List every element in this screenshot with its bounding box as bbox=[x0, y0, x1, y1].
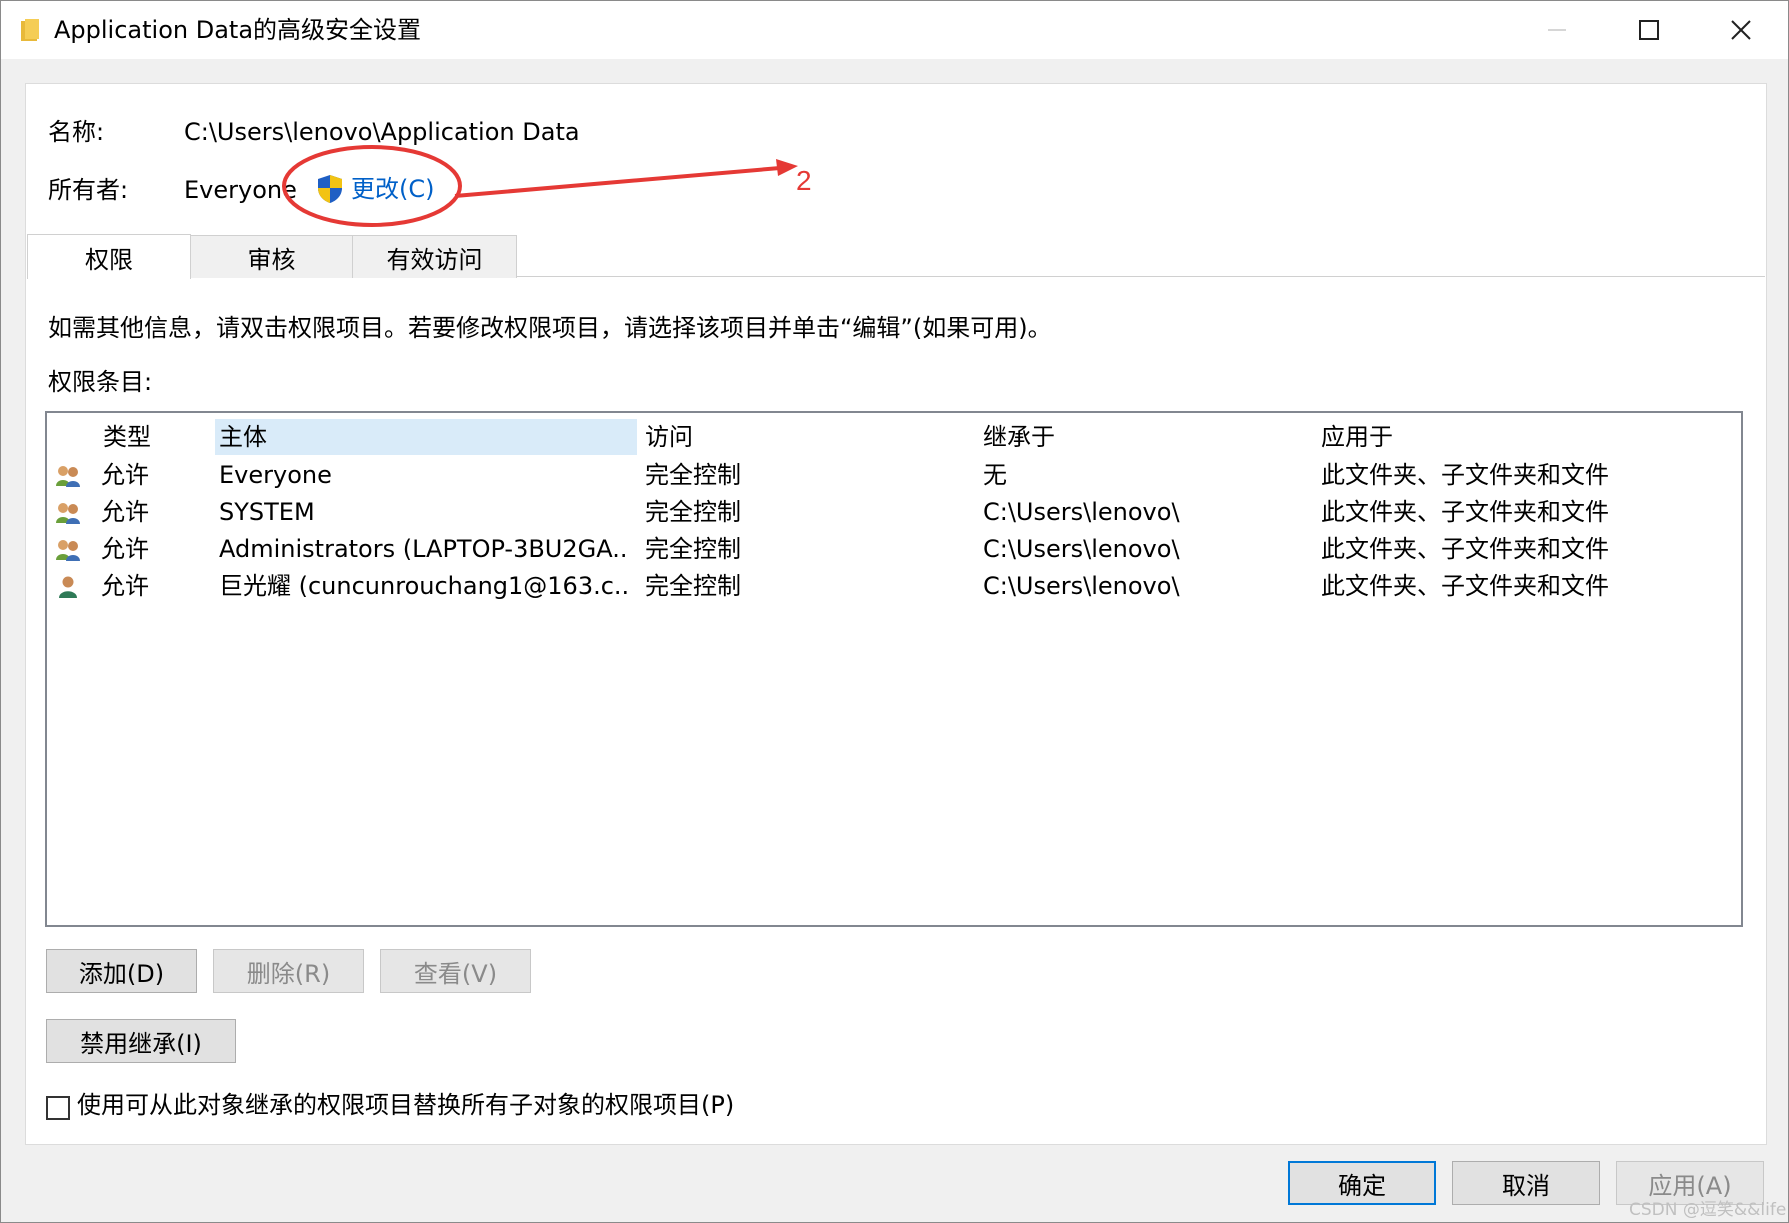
close-button[interactable] bbox=[1695, 1, 1787, 59]
group-users-icon bbox=[56, 540, 80, 561]
disable-inheritance-button[interactable]: 禁用继承(I) bbox=[46, 1019, 236, 1063]
table-row[interactable]: 允许 SYSTEM 完全控制 C:\Users\lenovo\ 此文件夹、子文件… bbox=[47, 494, 1737, 531]
watermark-text: CSDN @逗笑&&life bbox=[1629, 1200, 1787, 1220]
entry-principal: Everyone bbox=[219, 461, 332, 489]
folder-icon bbox=[21, 19, 39, 41]
entry-type: 允许 bbox=[101, 498, 149, 526]
tab-label: 有效访问 bbox=[386, 245, 483, 274]
uac-shield-icon bbox=[318, 175, 342, 203]
tab-permissions[interactable]: 权限 bbox=[27, 234, 191, 279]
entry-type: 允许 bbox=[101, 535, 149, 563]
cancel-button[interactable]: 取消 bbox=[1452, 1161, 1600, 1205]
minimize-icon bbox=[1548, 29, 1566, 31]
entry-access: 完全控制 bbox=[645, 461, 741, 489]
entry-applies-to: 此文件夹、子文件夹和文件 bbox=[1321, 572, 1609, 600]
maximize-icon bbox=[1639, 20, 1659, 40]
tab-effective-access[interactable]: 有效访问 bbox=[352, 235, 517, 278]
entry-type: 允许 bbox=[101, 572, 149, 600]
name-value: C:\Users\lenovo\Application Data bbox=[184, 118, 580, 146]
entry-principal: 巨光耀 (cuncunrouchang1@163.c... bbox=[219, 572, 629, 600]
owner-label: 所有者: bbox=[48, 176, 129, 204]
column-header-inherited-from[interactable]: 继承于 bbox=[979, 419, 1313, 455]
group-users-icon bbox=[56, 466, 80, 487]
group-users-icon bbox=[56, 503, 80, 524]
owner-value: Everyone bbox=[184, 176, 297, 204]
entry-inherited-from: C:\Users\lenovo\ bbox=[983, 572, 1180, 600]
add-button[interactable]: 添加(D) bbox=[46, 949, 197, 993]
title-bar[interactable]: Application Data的高级安全设置 bbox=[1, 1, 1788, 59]
security-settings-window: Application Data的高级安全设置 名称: C:\Users\len… bbox=[0, 0, 1789, 1223]
view-button[interactable]: 查看(V) bbox=[380, 949, 531, 993]
entry-access: 完全控制 bbox=[645, 535, 741, 563]
entries-label: 权限条目: bbox=[48, 368, 153, 396]
permission-entries-list[interactable]: 类型 主体 访问 继承于 应用于 允许 Everyone 完全控制 无 此文件夹… bbox=[45, 411, 1743, 927]
entry-inherited-from: C:\Users\lenovo\ bbox=[983, 498, 1180, 526]
single-user-icon bbox=[59, 576, 77, 598]
table-row[interactable]: 允许 Administrators (LAPTOP-3BU2GA... 完全控制… bbox=[47, 531, 1737, 568]
change-owner-link[interactable]: 更改(C) bbox=[351, 174, 434, 204]
entry-principal: Administrators (LAPTOP-3BU2GA... bbox=[219, 535, 629, 563]
window-title: Application Data的高级安全设置 bbox=[54, 16, 422, 44]
maximize-button[interactable] bbox=[1603, 1, 1695, 59]
column-header-type[interactable]: 类型 bbox=[99, 419, 199, 455]
entry-access: 完全控制 bbox=[645, 572, 741, 600]
entry-applies-to: 此文件夹、子文件夹和文件 bbox=[1321, 461, 1609, 489]
entry-access: 完全控制 bbox=[645, 498, 741, 526]
table-row[interactable]: 允许 巨光耀 (cuncunrouchang1@163.c... 完全控制 C:… bbox=[47, 568, 1737, 605]
close-icon bbox=[1731, 20, 1751, 40]
entry-applies-to: 此文件夹、子文件夹和文件 bbox=[1321, 498, 1609, 526]
column-header-principal[interactable]: 主体 bbox=[215, 419, 637, 455]
entry-inherited-from: C:\Users\lenovo\ bbox=[983, 535, 1180, 563]
tab-label: 审核 bbox=[247, 245, 296, 274]
table-row[interactable]: 允许 Everyone 完全控制 无 此文件夹、子文件夹和文件 bbox=[47, 457, 1737, 494]
tab-auditing[interactable]: 审核 bbox=[190, 235, 353, 278]
column-header-access[interactable]: 访问 bbox=[641, 419, 975, 455]
name-label: 名称: bbox=[48, 118, 105, 146]
column-header-applies-to[interactable]: 应用于 bbox=[1317, 419, 1721, 455]
minimize-button[interactable] bbox=[1511, 1, 1603, 59]
tab-label: 权限 bbox=[85, 245, 133, 274]
instruction-text: 如需其他信息，请双击权限项目。若要修改权限项目，请选择该项目并单击“编辑”(如果… bbox=[48, 314, 1052, 342]
entry-inherited-from: 无 bbox=[983, 461, 1007, 489]
ok-button[interactable]: 确定 bbox=[1288, 1161, 1436, 1205]
replace-child-permissions-checkbox[interactable] bbox=[46, 1096, 70, 1120]
entry-type: 允许 bbox=[101, 461, 149, 489]
remove-button[interactable]: 删除(R) bbox=[213, 949, 364, 993]
entry-principal: SYSTEM bbox=[219, 498, 315, 526]
replace-child-permissions-label[interactable]: 使用可从此对象继承的权限项目替换所有子对象的权限项目(P) bbox=[77, 1090, 734, 1120]
entry-applies-to: 此文件夹、子文件夹和文件 bbox=[1321, 535, 1609, 563]
